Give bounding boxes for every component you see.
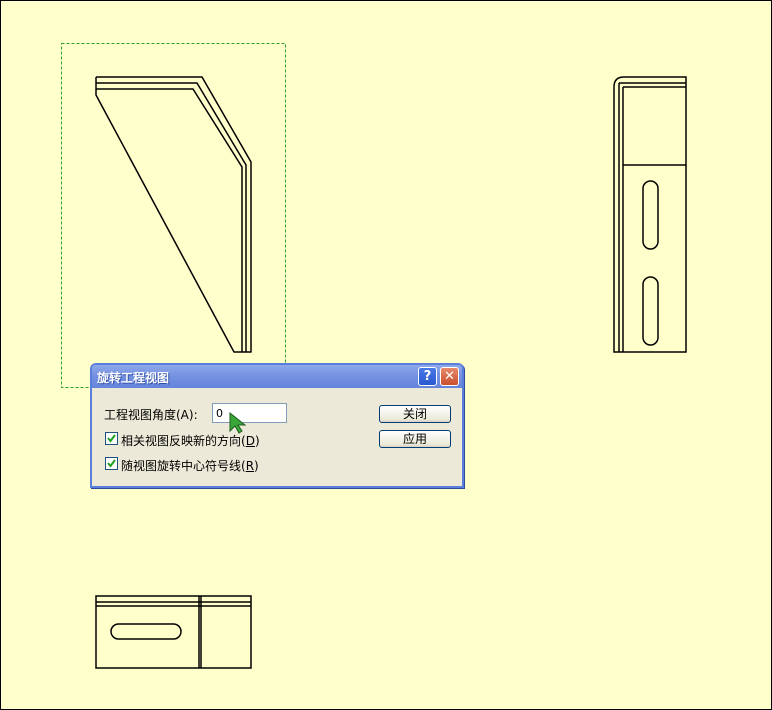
reflect-checkbox[interactable] [105,432,118,445]
engineering-drawing [61,43,687,669]
reflect-label[interactable]: 相关视图反映新的方向(D) [121,432,260,449]
apply-button[interactable]: 应用 [379,430,451,448]
angle-input[interactable] [212,403,287,423]
help-icon[interactable]: ? [418,367,437,386]
close-icon[interactable]: ✕ [440,367,459,386]
bracket-main-view[interactable] [95,76,252,353]
checkmark-icon [107,459,116,468]
checkmark-icon [107,434,116,443]
arrow-cursor-icon [229,412,247,434]
angle-label: 工程视图角度(A): [104,408,198,422]
dialog-title: 旋转工程视图 [97,371,170,385]
rotate-centermarks-checkbox[interactable] [105,457,118,470]
bracket-side-view[interactable] [613,76,687,353]
rotate-centermarks-label[interactable]: 随视图旋转中心符号线(R) [121,457,259,474]
close-button[interactable]: 关闭 [379,405,451,423]
bracket-bottom-view[interactable] [95,595,252,669]
dialog-titlebar[interactable]: 旋转工程视图 ? ✕ [92,365,462,388]
view-selection-box[interactable] [61,43,286,388]
rotate-view-dialog: 旋转工程视图 ? ✕ 工程视图角度(A): 相关视图反映新的方向(D) 随视图旋… [90,363,464,488]
